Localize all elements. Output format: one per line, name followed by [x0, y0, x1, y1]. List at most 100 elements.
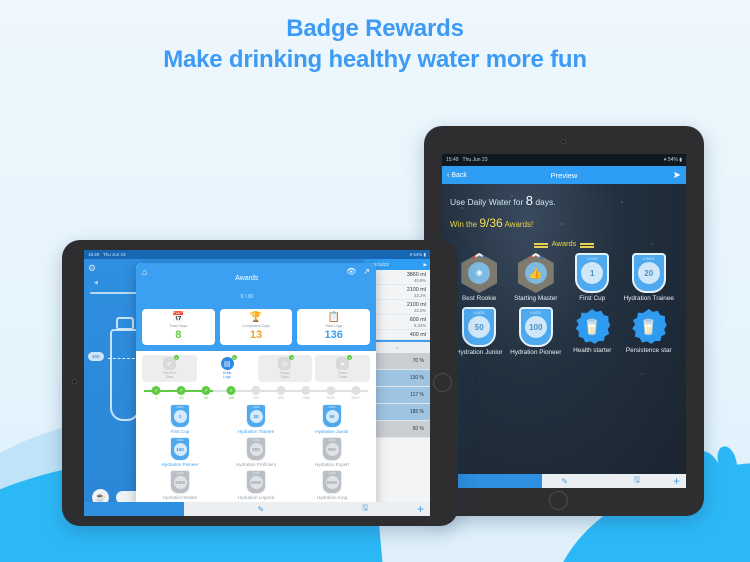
battery-label: 54% [413, 251, 423, 257]
shield-badge-icon: LOGS 500 [322, 437, 342, 461]
timeline-node[interactable]: ✓ 100 [226, 386, 236, 400]
timeline-node-dot: ✓ [226, 386, 236, 395]
ribbon-icon [468, 253, 491, 259]
stat-icon: 🏆 [249, 312, 263, 323]
edit-button[interactable]: ✎ [209, 505, 313, 514]
timeline-node-dot [276, 386, 286, 395]
badge-grid: ✷ Best Rookie 👍 Starting Master LOGS 1 First C… [450, 253, 678, 357]
back-button[interactable]: ‹ Back [447, 172, 467, 179]
badge-item[interactable]: 🥛 Persistence star [622, 307, 677, 357]
preview-content: Use Daily Water for 8 days. Win the 9/36… [442, 184, 686, 488]
badge-item[interactable]: LOGS 1 First Cup [565, 253, 620, 303]
tab-label-line2: Times [337, 375, 348, 379]
category-tab[interactable]: ➤ 9 Share Times [315, 355, 370, 382]
wifi-icon: ▾ [409, 251, 412, 257]
stat-card: 🏆 Completed Days 13 [219, 309, 293, 345]
tab-icon: ➤ 9 [336, 355, 353, 370]
app-content: ⚙ ◀ 400 ☕ 2 - 6/18/22 ▶ 3860 ml 40.8% 2100… [84, 259, 430, 516]
tablet-screen-right: 15:49 Thu Jun 23 ▾ 54% ▮ ‹ Back Preview … [442, 154, 686, 488]
water-splash-drop [735, 479, 748, 492]
badge-item[interactable]: LOGS 20 Hydration Trainee [218, 404, 294, 434]
badge-item[interactable]: LOGS 2000 Hydration Legend [218, 470, 294, 500]
add-button[interactable]: + [673, 474, 686, 488]
tab-icon: ◎ 9 [278, 355, 295, 370]
home-button[interactable] [549, 491, 568, 510]
timeline-node-dot [251, 386, 261, 395]
tab-icon: ✔ 9 [162, 355, 179, 370]
badge-cap-label: LOGS [328, 472, 336, 475]
timeline-node[interactable]: ✓ 1 [151, 386, 161, 400]
tablet-screen-left: 15:49 Thu Jun 23 ▾ 54% ▮ ⚙ ◀ 400 ☕ 2 - 6… [84, 250, 430, 516]
star-badge-icon: 🥛 [632, 309, 667, 344]
awards-title-block: Awards 9 / 36 [147, 267, 346, 303]
badge-label: Persistence star [625, 347, 672, 354]
stat-icon: 📅 [172, 312, 185, 323]
send-icon[interactable]: ➤ [673, 170, 681, 181]
timeline-node-label: 50 [204, 396, 209, 400]
tablet-device-right: 15:49 Thu Jun 23 ▾ 54% ▮ ‹ Back Preview … [424, 126, 704, 516]
front-camera-icon [561, 139, 566, 144]
home-button[interactable] [433, 373, 452, 392]
badge-item[interactable]: LOGS 200 Hydration Proficient [218, 437, 294, 467]
ribbon-icon [524, 253, 547, 259]
badge-item[interactable]: LOGS 1 First Cup [142, 404, 218, 434]
print-button[interactable]: 🖫 [601, 474, 673, 488]
badge-item[interactable]: LOGS 5000 Hydration King [294, 470, 370, 500]
timeline-node-label: 500 [277, 396, 284, 400]
badge-label: Hydration King [316, 495, 348, 500]
stats-row: 📅 Total Days 8 🏆 Completed Days 13 📋 Total Logs… [136, 309, 376, 351]
category-tabs: ✔ 9 Check In Start ▤ 4 Drink Logs ◎ 9 Target Days ➤ 9… [136, 351, 376, 384]
awards-title: Awards [235, 275, 259, 282]
next-range-arrow-icon[interactable]: ▶ [423, 262, 427, 268]
headline-line-2: Make drinking healthy water more fun [163, 45, 587, 73]
status-bar: 15:49 Thu Jun 23 ▾ 54% ▮ [442, 154, 686, 166]
page-headline: Badge Rewards Make drinking healthy wate… [0, 14, 750, 75]
status-date: Thu Jun 23 [102, 252, 126, 257]
badge-label: Hydration Legend [237, 495, 275, 500]
stat-value: 13 [249, 329, 263, 341]
badge-item[interactable]: LOGS 500 Hydration Expert [294, 437, 370, 467]
badge-number: 20 [249, 409, 263, 423]
timeline-node[interactable]: 1000 [301, 386, 311, 400]
badge-item[interactable]: LOGS 50 Hydration Junior [294, 404, 370, 434]
battery-icon: ▮ [679, 157, 682, 163]
divider-dash-right [580, 242, 595, 245]
category-tab[interactable]: ◎ 9 Target Days [257, 355, 313, 382]
share-icon[interactable]: ↗ [363, 267, 370, 276]
timeline-node[interactable]: ✓ 20 [176, 386, 186, 400]
badge-cap-label: LOGS [252, 472, 260, 475]
badge-number: 5000 [325, 475, 339, 489]
badge-item[interactable]: 🥛 Health starter [565, 307, 620, 357]
timeline-node[interactable]: 200 [251, 386, 261, 400]
badge-item[interactable]: LOGS 50 Hydration Junior [452, 307, 507, 357]
awards-card-header: ⌂ Awards 9 / 36 👁 ↗ [136, 263, 376, 309]
print-button[interactable]: 🖫 [313, 502, 417, 516]
badge-item[interactable]: ✷ Best Rookie [452, 253, 507, 303]
category-tab[interactable]: ✔ 9 Check In Start [142, 355, 197, 382]
badge-label: First Cup [579, 295, 606, 302]
add-button[interactable]: + [417, 502, 430, 516]
badge-cap-label: LOGS [328, 406, 336, 409]
badge-item[interactable]: LOGS 100 Hydration Pioneer [509, 307, 564, 357]
timeline-node[interactable]: 500 [276, 386, 286, 400]
eye-icon[interactable]: 👁 [346, 267, 356, 276]
badge-item[interactable]: LOGS 20 Hydration Trainee [622, 253, 677, 303]
wifi-icon: ▾ [663, 157, 667, 163]
timeline-node[interactable]: 5000 [351, 386, 361, 400]
timeline-node-dot: ✓ [176, 386, 186, 395]
badge-item[interactable]: LOGS 1000 Hydration Master [142, 470, 218, 500]
badge-item[interactable]: 👍 Starting Master [509, 253, 564, 303]
timeline-node-dot: ✓ [151, 386, 161, 395]
badge-cap-label: LOGS [176, 406, 184, 409]
divider-dash-left [533, 242, 548, 245]
category-tab[interactable]: ▤ 4 Drink Logs [199, 355, 255, 382]
volume-percent: 6.34% [414, 323, 426, 328]
timeline-node-label: 1000 [301, 396, 310, 400]
status-time: 15:49 [446, 157, 459, 163]
badge-label: Hydration Junior [455, 349, 503, 356]
timeline-node[interactable]: 2000 [326, 386, 336, 400]
timeline-node[interactable]: ✓ 50 [201, 386, 211, 400]
badge-item[interactable]: LOGS 100 Hydration Pioneer [142, 437, 218, 467]
badge-cap-label: LOGS [252, 439, 260, 442]
back-label: Back [451, 171, 467, 179]
